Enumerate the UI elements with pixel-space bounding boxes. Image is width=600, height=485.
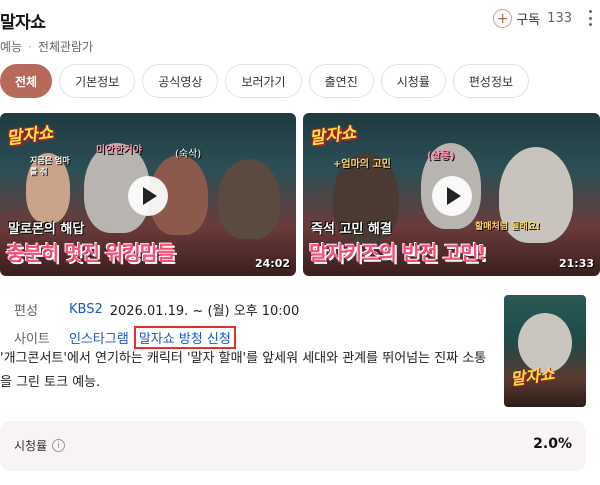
tab-all[interactable]: 전체: [0, 64, 53, 98]
thumbnail-tag: +엄마의 고민: [333, 159, 391, 170]
more-vertical-icon[interactable]: [589, 10, 594, 26]
show-logo: 말자쇼: [308, 122, 358, 150]
thumbnail-tag: (숙삭): [175, 149, 202, 160]
viewership-label: 시청률: [14, 439, 48, 453]
schedule-row: 편성 KBS2 2026.01.19. ~ (월) 오후 10:00: [14, 298, 299, 320]
show-logo: 말자쇼: [5, 122, 55, 150]
video-caption-main: 말자키즈의 반전 고민!: [309, 241, 487, 265]
schedule-value: 2026.01.19. ~ (월) 오후 10:00: [109, 303, 300, 319]
tab-official-videos[interactable]: 공식영상: [142, 64, 219, 98]
video-carousel: 말자쇼 미안한거야 지금은 엄마를 줘 (숙삭) 말로몬의 해답 충분히 멋진 …: [0, 113, 600, 276]
schedule-label: 편성: [14, 303, 38, 319]
video-caption-top: 즉석 고민 해결: [311, 222, 392, 237]
subscribe-button[interactable]: + 구독 133: [493, 9, 572, 28]
video-thumbnail[interactable]: 말자쇼 미안한거야 지금은 엄마를 줘 (숙삭) 말로몬의 해답 충분히 멋진 …: [0, 113, 296, 276]
thumbnail-tag: 할매처럼 될래요!: [475, 222, 541, 232]
thumbnail-tag: (살롱): [427, 151, 455, 162]
tab-bar: 전체 기본정보 공식영상 보러가기 출연진 시청률 편성정보: [0, 64, 600, 98]
play-icon[interactable]: [431, 176, 472, 216]
viewership-value: 2.0%: [533, 436, 572, 452]
video-duration: 21:33: [558, 257, 594, 270]
play-icon[interactable]: [128, 176, 168, 216]
video-caption-top: 말로몬의 해답: [8, 222, 85, 237]
page-title: 말자쇼: [0, 13, 46, 33]
poster-logo: 말자쇼: [509, 364, 556, 389]
program-info: 편성 KBS2 2026.01.19. ~ (월) 오후 10:00 사이트 인…: [14, 298, 299, 354]
viewership-panel: 시청률 i 2.0%: [0, 421, 586, 471]
program-meta: 예능 · 전체관람가: [0, 38, 93, 55]
tab-where-to-watch[interactable]: 보러가기: [225, 64, 302, 98]
meta-separator: ·: [28, 40, 32, 54]
instagram-link[interactable]: 인스타그램: [69, 328, 129, 347]
subscribe-count: 133: [547, 11, 572, 26]
site-label: 사이트: [14, 331, 50, 347]
video-thumbnail[interactable]: 말자쇼 +엄마의 고민 (살롱) 할매처럼 될래요! 즉석 고민 해결 말자키즈…: [303, 113, 600, 276]
thumbnail-tag: 지금은 엄마를 줘: [30, 156, 70, 176]
tab-basic-info[interactable]: 기본정보: [59, 64, 136, 98]
tab-cast[interactable]: 출연진: [308, 64, 374, 98]
tab-schedule[interactable]: 편성정보: [452, 64, 530, 98]
audience-application-link[interactable]: 말자쇼 방청 신청: [133, 325, 236, 349]
info-circle-icon[interactable]: i: [52, 439, 66, 452]
age-rating-label: 전체관람가: [37, 40, 94, 54]
thumbnail-tag: 미안한거야: [96, 145, 142, 156]
program-poster[interactable]: 말자쇼: [504, 295, 586, 407]
program-description: '개그콘서트'에서 연기하는 캐릭터 '말자 할매'를 앞세워 세대와 관계를 …: [0, 351, 487, 390]
channel-link[interactable]: KBS2: [69, 302, 103, 317]
subscribe-label: 구독: [516, 13, 541, 28]
video-caption-main: 충분히 멋진 워킹맘들: [6, 241, 176, 265]
tab-ratings[interactable]: 시청률: [380, 64, 446, 98]
site-row: 사이트 인스타그램 말자쇼 방청 신청: [14, 325, 299, 349]
video-duration: 24:02: [254, 257, 290, 270]
viewership-label-group: 시청률 i: [14, 437, 66, 454]
thumbnail-figure: [218, 159, 280, 239]
genre-label[interactable]: 예능: [0, 40, 22, 54]
plus-circle-icon: +: [493, 9, 513, 28]
